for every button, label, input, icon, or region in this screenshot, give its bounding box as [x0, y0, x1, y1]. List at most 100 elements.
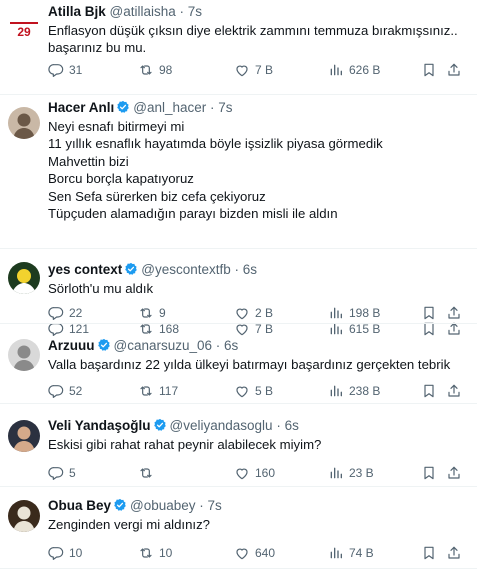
author-name[interactable]: Obua Bey — [48, 498, 111, 513]
tweet-card[interactable]: 29 Atilla Bjk @atillaisha · 7s Enflasyon d… — [0, 0, 477, 95]
like-button[interactable]: 5 B — [234, 381, 273, 401]
tweet-actions: 52 117 5 B 238 B — [48, 381, 468, 401]
verified-badge-icon — [153, 418, 167, 432]
reply-count: 5 — [69, 466, 76, 480]
retweet-count: 98 — [159, 63, 173, 77]
tweet-header: Arzuuu @canarsuzu_06 · 6s — [48, 338, 238, 354]
tweet-text-line: Sörloth'u mu aldık — [48, 281, 154, 296]
tweet-card[interactable]: Obua Bey @obuabey · 7s Zenginden vergi mi … — [0, 487, 477, 569]
author-handle[interactable]: @canarsuzu_06 — [114, 338, 213, 353]
bookmark-button[interactable] — [421, 543, 437, 563]
reply-button[interactable]: 5 — [48, 463, 76, 483]
bookmark-icon — [421, 305, 437, 321]
reply-count: 10 — [69, 546, 83, 560]
like-button[interactable]: 640 — [234, 543, 275, 563]
views-count: 23 B — [349, 466, 374, 480]
like-button[interactable]: 7 B — [234, 60, 273, 80]
share-button[interactable] — [446, 303, 462, 323]
author-name[interactable]: Atilla Bjk — [48, 4, 106, 19]
avatar-logo-text: 29 — [17, 25, 31, 39]
reply-button[interactable]: 22 — [48, 303, 82, 323]
reply-icon — [48, 305, 64, 321]
reply-button[interactable]: 52 — [48, 381, 82, 401]
author-handle[interactable]: @yescontextfb — [141, 262, 231, 277]
tweet-text-line: 11 yıllık esnaflık hayatımda böyle işsiz… — [48, 136, 383, 152]
tweet-text-line: Eskisi gibi rahat rahat peynir alabilece… — [48, 437, 322, 452]
tweet-text-line: başarınız bu mu. — [48, 40, 147, 56]
verified-badge-icon — [116, 100, 130, 114]
views-button[interactable]: 198 B — [328, 303, 380, 323]
bookmark-button[interactable] — [421, 381, 437, 401]
author-handle[interactable]: @obuabey — [130, 498, 196, 513]
share-button[interactable] — [446, 463, 462, 483]
tweet-actions: 10 10 640 74 B — [48, 543, 468, 563]
tweet-card[interactable]: Arzuuu @canarsuzu_06 · 6s Valla başardınız… — [0, 324, 477, 404]
tweet-card[interactable]: Hacer Anlı @anl_hacer · 7s Neyi esnafı bit… — [0, 95, 477, 336]
tweet-actions: 5 160 23 B — [48, 463, 468, 483]
retweet-button[interactable] — [138, 463, 159, 483]
avatar[interactable]: 29 — [8, 12, 40, 44]
avatar[interactable] — [8, 500, 40, 532]
author-name[interactable]: Veli Yandaşoğlu — [48, 418, 151, 433]
retweet-button[interactable]: 117 — [138, 381, 178, 401]
tweet-text-line: Zenginden vergi mi aldınız? — [48, 517, 211, 532]
avatar[interactable] — [8, 420, 40, 452]
reply-button[interactable]: 31 — [48, 60, 82, 80]
timestamp[interactable]: 7s — [208, 498, 222, 513]
like-icon — [234, 62, 250, 78]
views-count: 198 B — [349, 306, 381, 320]
retweet-icon — [138, 305, 154, 321]
reply-button[interactable]: 10 — [48, 543, 82, 563]
bookmark-icon — [421, 383, 437, 399]
share-button[interactable] — [446, 381, 462, 401]
tweet-card[interactable]: Veli Yandaşoğlu @veliyandasoglu · 6s Eskis… — [0, 404, 477, 487]
author-name[interactable]: Hacer Anlı — [48, 100, 114, 115]
tweet-text: Valla başardınız 22 yılda ülkeyi batırma… — [48, 356, 463, 373]
avatar[interactable] — [8, 262, 40, 294]
share-icon — [446, 545, 462, 561]
bookmark-icon — [421, 545, 437, 561]
share-icon — [446, 383, 462, 399]
timestamp[interactable]: 6s — [285, 418, 299, 433]
tweet-header: Obua Bey @obuabey · 7s — [48, 498, 222, 514]
author-name[interactable]: yes context — [48, 262, 122, 277]
share-button[interactable] — [446, 543, 462, 563]
retweet-icon — [138, 383, 154, 399]
separator-dot: · — [272, 418, 285, 433]
tweet-text-line: Valla başardınız 22 yılda ülkeyi batırma… — [48, 357, 451, 372]
share-button[interactable] — [446, 60, 462, 80]
timestamp[interactable]: 7s — [218, 100, 232, 115]
author-handle[interactable]: @anl_hacer — [133, 100, 206, 115]
retweet-icon — [138, 62, 154, 78]
author-handle[interactable]: @atillaisha — [110, 4, 176, 19]
bookmark-button[interactable] — [421, 303, 437, 323]
timestamp[interactable]: 7s — [188, 4, 202, 19]
tweet-text: Eskisi gibi rahat rahat peynir alabilece… — [48, 436, 463, 453]
like-icon — [234, 305, 250, 321]
views-icon — [328, 545, 344, 561]
views-count: 238 B — [349, 384, 381, 398]
tweet-text-line: Sen Sefa sürerken biz cefa çekiyoruz — [48, 188, 266, 204]
author-handle[interactable]: @veliyandasoglu — [170, 418, 273, 433]
retweet-button[interactable]: 10 — [138, 543, 172, 563]
retweet-button[interactable]: 9 — [138, 303, 166, 323]
author-name[interactable]: Arzuuu — [48, 338, 95, 353]
tweet-text-line: Neyi esnafı bitirmeyi mi — [48, 119, 185, 134]
bookmark-button[interactable] — [421, 463, 437, 483]
views-button[interactable]: 626 B — [328, 60, 380, 80]
tweet-card[interactable]: yes context @yescontextfb · 6s Sörloth'u m… — [0, 249, 477, 324]
timestamp[interactable]: 6s — [224, 338, 238, 353]
like-count: 7 B — [255, 63, 274, 77]
like-button[interactable]: 2 B — [234, 303, 273, 323]
avatar[interactable] — [8, 339, 40, 371]
views-button[interactable]: 74 B — [328, 543, 374, 563]
views-button[interactable]: 23 B — [328, 463, 374, 483]
like-button[interactable]: 160 — [234, 463, 275, 483]
avatar[interactable] — [8, 107, 40, 139]
bookmark-button[interactable] — [421, 60, 437, 80]
timestamp[interactable]: 6s — [243, 262, 257, 277]
separator-dot: · — [195, 498, 208, 513]
reply-count: 52 — [69, 384, 83, 398]
retweet-button[interactable]: 98 — [138, 60, 172, 80]
views-button[interactable]: 238 B — [328, 381, 380, 401]
